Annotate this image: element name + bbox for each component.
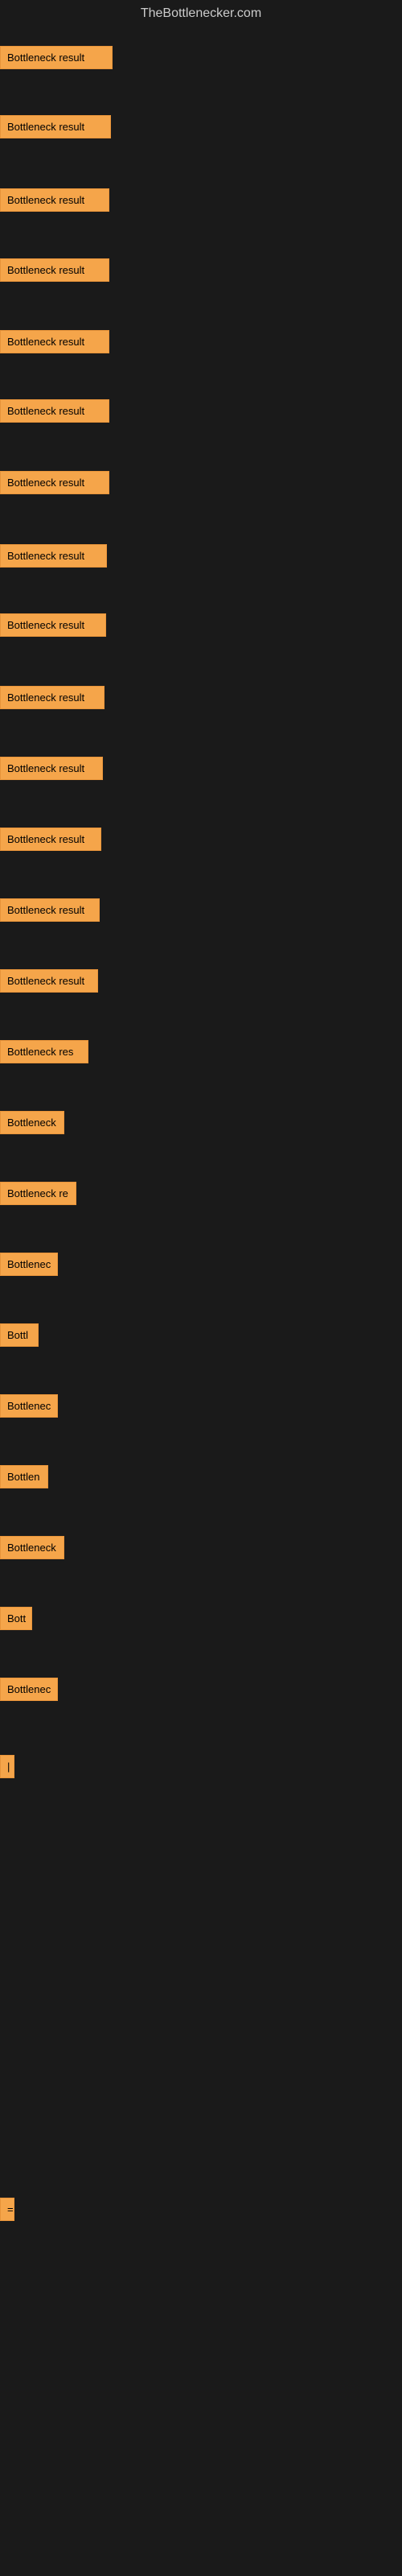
bottleneck-result-item[interactable]: Bottleneck result [0,613,106,637]
bottleneck-result-item[interactable]: Bottleneck re [0,1182,76,1205]
bottleneck-result-item[interactable]: Bottleneck result [0,188,109,212]
bottleneck-result-item[interactable]: Bottleneck result [0,969,98,993]
bottleneck-result-item[interactable]: Bottleneck result [0,898,100,922]
bottleneck-result-item[interactable]: Bottleneck result [0,115,111,138]
bottleneck-result-item[interactable]: Bottlenec [0,1253,58,1276]
bottleneck-result-item[interactable]: Bottleneck result [0,471,109,494]
bottleneck-result-item[interactable]: Bottleneck result [0,757,103,780]
site-title: TheBottlenecker.com [0,0,402,27]
bottleneck-result-item[interactable]: Bottleneck [0,1111,64,1134]
bottleneck-result-item[interactable]: Bottlen [0,1465,48,1488]
bottleneck-result-item[interactable]: Bottleneck result [0,399,109,423]
bottleneck-result-item[interactable]: Bottlenec [0,1394,58,1418]
bottleneck-result-item[interactable]: Bottleneck result [0,544,107,568]
bottleneck-result-item[interactable]: Bottleneck [0,1536,64,1559]
bottleneck-result-item[interactable]: Bottleneck result [0,828,101,851]
bottleneck-result-item[interactable]: Bottleneck result [0,258,109,282]
bottleneck-result-item[interactable]: Bottleneck result [0,330,109,353]
bottleneck-result-item[interactable]: Bott [0,1607,32,1630]
bottleneck-result-item[interactable]: Bottlenec [0,1678,58,1701]
bottleneck-result-item[interactable]: = [0,2198,14,2221]
bottleneck-result-item[interactable]: Bottl [0,1323,39,1347]
bottleneck-result-item[interactable]: Bottleneck res [0,1040,88,1063]
bottleneck-result-item[interactable]: | [0,1755,14,1778]
bottleneck-result-item[interactable]: Bottleneck result [0,46,113,69]
bottleneck-result-item[interactable]: Bottleneck result [0,686,105,709]
